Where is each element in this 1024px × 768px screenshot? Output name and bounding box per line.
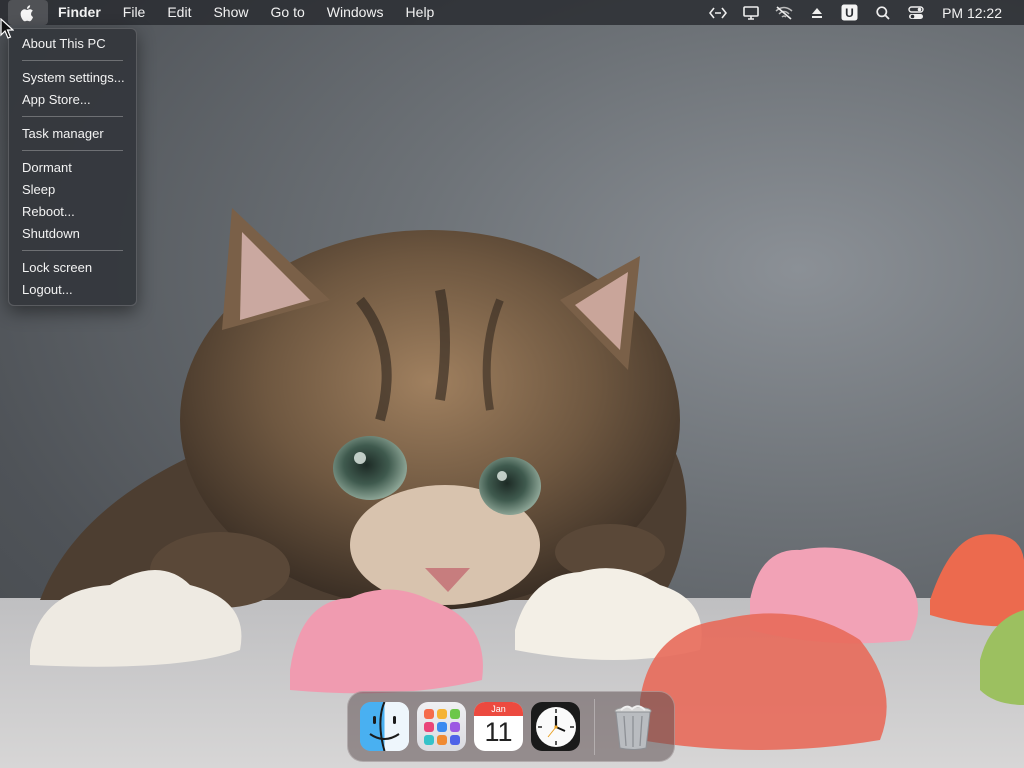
dock-calendar[interactable]: Jan 11 xyxy=(474,702,523,751)
menu-separator xyxy=(9,245,136,257)
dock-divider xyxy=(594,698,595,755)
menu-item-task-manager[interactable]: Task manager xyxy=(9,123,136,145)
u-badge-icon[interactable]: U xyxy=(833,0,866,25)
calendar-month: Jan xyxy=(474,702,523,716)
trash-icon xyxy=(614,705,651,750)
menu-item-lock-screen[interactable]: Lock screen xyxy=(9,257,136,279)
menu-separator xyxy=(9,55,136,67)
kitten-wallpaper-illustration xyxy=(0,208,1024,768)
u-badge-letter: U xyxy=(845,6,854,20)
dock-launchpad[interactable] xyxy=(417,702,466,751)
menu-bar: Finder File Edit Show Go to Windows Help… xyxy=(0,0,1024,25)
launchpad-tile xyxy=(423,734,434,745)
menu-separator xyxy=(9,145,136,157)
eject-icon[interactable] xyxy=(800,0,833,25)
menu-show[interactable]: Show xyxy=(202,0,259,25)
dock-finder[interactable] xyxy=(360,702,409,751)
launchpad-tile xyxy=(423,721,434,732)
search-icon[interactable] xyxy=(866,0,899,25)
menu-separator xyxy=(9,111,136,123)
menu-go-to[interactable]: Go to xyxy=(260,0,316,25)
finder-icon xyxy=(360,702,409,751)
menu-item-about[interactable]: About This PC xyxy=(9,33,136,55)
launchpad-tile xyxy=(436,734,447,745)
control-center-icon[interactable] xyxy=(899,0,932,25)
menubar-clock[interactable]: PM 12:22 xyxy=(932,5,1024,21)
menu-file[interactable]: File xyxy=(112,0,157,25)
menu-item-reboot[interactable]: Reboot... xyxy=(9,201,136,223)
desktop-wallpaper xyxy=(0,0,1024,768)
dock: Jan 11 xyxy=(347,691,675,762)
launchpad-tile xyxy=(449,734,460,745)
calendar-day: 11 xyxy=(484,717,513,747)
apple-menu-button[interactable] xyxy=(8,0,48,25)
launchpad-icon xyxy=(423,708,434,719)
launchpad-tile xyxy=(436,708,447,719)
menu-help[interactable]: Help xyxy=(395,0,446,25)
menu-item-app-store[interactable]: App Store... xyxy=(9,89,136,111)
display-icon[interactable] xyxy=(734,0,767,25)
menu-item-sleep[interactable]: Sleep xyxy=(9,179,136,201)
menu-item-system-settings[interactable]: System settings... xyxy=(9,67,136,89)
code-brackets-icon[interactable] xyxy=(701,0,734,25)
menu-item-shutdown[interactable]: Shutdown xyxy=(9,223,136,245)
launchpad-tile xyxy=(449,708,460,719)
menu-app-finder[interactable]: Finder xyxy=(48,0,112,25)
status-area: U PM 12:22 xyxy=(701,0,1024,25)
apple-logo-icon xyxy=(20,4,33,21)
mouse-cursor-icon xyxy=(0,18,14,39)
wifi-off-icon[interactable] xyxy=(767,0,800,25)
launchpad-tile xyxy=(449,721,460,732)
clock-icon xyxy=(535,706,576,747)
apple-dropdown-menu: About This PC System settings... App Sto… xyxy=(8,28,137,306)
dock-clock[interactable] xyxy=(531,702,580,751)
launchpad-tile xyxy=(436,721,447,732)
menu-windows[interactable]: Windows xyxy=(316,0,395,25)
menu-item-dormant[interactable]: Dormant xyxy=(9,157,136,179)
dock-trash[interactable] xyxy=(608,702,657,751)
menu-item-logout[interactable]: Logout... xyxy=(9,279,136,301)
menu-edit[interactable]: Edit xyxy=(156,0,202,25)
